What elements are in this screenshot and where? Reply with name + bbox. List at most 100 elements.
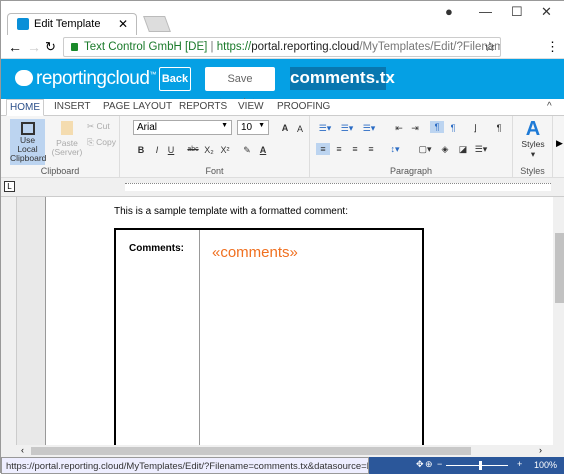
rtl-icon[interactable]: ¶ [446, 122, 460, 134]
font-group: Arial ▼ 10 ▼ A A B I U abc X₂ X² ✎ A Font [120, 116, 310, 178]
profile-icon[interactable]: ● [445, 4, 453, 19]
tab-reports[interactable]: REPORTS [179, 101, 227, 112]
lock-icon [71, 43, 78, 51]
shrink-font-icon[interactable]: A [293, 123, 307, 135]
tab-title: Edit Template [34, 18, 101, 30]
zoom-slider[interactable] [446, 465, 508, 466]
clipboard-group-label: Clipboard [40, 166, 80, 176]
menu-icon[interactable]: ⋮ [546, 39, 559, 55]
forward-arrow-icon[interactable]: → [27, 39, 41, 55]
bold-icon[interactable]: B [134, 144, 148, 156]
horizontal-scroll-thumb[interactable] [31, 447, 471, 455]
vertical-scroll-thumb[interactable] [555, 233, 564, 303]
comments-table[interactable]: Comments: «comments» [114, 228, 424, 458]
clipboard-group: Use Local Clipboard Paste (Server) ✂ Cut… [1, 116, 120, 178]
zoom-in-button[interactable]: + [517, 459, 522, 469]
frame-line-icon[interactable]: ☰▾ [474, 143, 488, 155]
document-page[interactable]: This is a sample template with a formatt… [45, 197, 553, 458]
url-host: portal.reporting.cloud [251, 41, 360, 53]
horizontal-ruler[interactable]: L [1, 178, 564, 197]
subscript-icon[interactable]: X₂ [202, 144, 216, 156]
justify-icon[interactable]: ≡ [364, 143, 378, 155]
decrease-indent-icon[interactable]: ⇤ [392, 122, 406, 134]
paste-label: Paste (Server) [51, 138, 83, 157]
tab-proofing[interactable]: PROOFING [277, 101, 330, 112]
ribbon-tabs: HOME INSERT PAGE LAYOUT REPORTS VIEW PRO… [1, 99, 564, 116]
superscript-icon[interactable]: X² [218, 144, 232, 156]
close-tab-icon[interactable]: ✕ [118, 17, 128, 31]
fit-width-icon[interactable]: ⊕ [425, 459, 433, 470]
back-arrow-icon[interactable]: ← [8, 39, 22, 55]
line-spacing-icon[interactable]: ↕▾ [388, 143, 402, 155]
font-group-label: Font [205, 166, 224, 176]
maximize-icon[interactable]: ☐ [511, 4, 523, 20]
font-family-select[interactable]: Arial ▼ [133, 120, 232, 135]
paste-button[interactable]: Paste (Server) [51, 119, 83, 165]
back-button[interactable]: Back [159, 67, 191, 91]
tab-stop-selector[interactable]: L [4, 181, 15, 192]
address-bar: ← → ↻ Text Control GmbH [DE] | https://p… [1, 35, 564, 59]
align-right-icon[interactable]: ≡ [348, 143, 362, 155]
align-left-icon[interactable]: ≡ [316, 143, 330, 155]
horizontal-scrollbar[interactable]: ‹ › [1, 445, 564, 457]
align-center-icon[interactable]: ≡ [332, 143, 346, 155]
save-template-button[interactable]: Save template [205, 67, 275, 109]
bookmark-star-icon[interactable]: ☆ [484, 39, 496, 55]
url-scheme: https:// [216, 41, 252, 53]
tab-home[interactable]: HOME [6, 99, 44, 116]
url-path: /MyTemplates/Edit/?Filename=comments.... [359, 41, 500, 53]
new-tab-button[interactable] [143, 16, 171, 32]
vertical-scrollbar[interactable] [553, 197, 564, 445]
scroll-right-icon[interactable]: › [539, 445, 542, 455]
styles-button[interactable]: A Styles ▾ [517, 119, 549, 160]
underline-icon[interactable]: U [164, 144, 178, 156]
site-identity: Text Control GmbH [DE] [84, 41, 208, 53]
shading-icon[interactable]: ◈ [438, 143, 452, 155]
use-local-label: Use Local Clipboard [10, 135, 47, 163]
font-size-select[interactable]: 10 ▼ [237, 120, 269, 135]
browser-tab[interactable]: Edit Template ✕ [7, 13, 137, 35]
zoom-slider-thumb[interactable] [479, 461, 482, 470]
numbering-icon[interactable]: ☰▾ [340, 122, 354, 134]
cut-label: Cut [96, 121, 110, 131]
logo-tm: ™ [149, 71, 156, 79]
copy-button[interactable]: ⎘ Copy [87, 137, 116, 148]
tab-page-layout[interactable]: PAGE LAYOUT [103, 101, 172, 112]
borders-icon[interactable]: ▢▾ [418, 143, 432, 155]
url-input[interactable]: Text Control GmbH [DE] | https://portal.… [63, 37, 501, 57]
paste-icon [61, 121, 73, 135]
minimize-icon[interactable]: — [479, 4, 492, 19]
styles-group: A Styles ▾ Styles [513, 116, 553, 178]
cut-button[interactable]: ✂ Cut [87, 121, 110, 132]
font-color-icon[interactable]: A [256, 144, 270, 156]
highlight-icon[interactable]: ✎ [240, 144, 254, 156]
document-area: This is a sample template with a formatt… [1, 197, 553, 458]
fit-page-icon[interactable]: ✥ [416, 459, 424, 470]
tab-view[interactable]: VIEW [238, 101, 264, 112]
strikethrough-icon[interactable]: abc [186, 144, 200, 156]
ribbon-scroll-right-icon[interactable]: ▶ [556, 138, 563, 149]
scroll-left-icon[interactable]: ‹ [21, 445, 24, 455]
show-formatting-icon[interactable]: ¶ [492, 122, 506, 134]
reload-icon[interactable]: ↻ [45, 39, 56, 55]
vertical-ruler [1, 197, 17, 445]
favicon-icon [17, 18, 29, 30]
bullets-icon[interactable]: ☰▾ [318, 122, 332, 134]
collapse-ribbon-icon[interactable]: ^ [547, 101, 552, 112]
monitor-icon [20, 122, 35, 135]
zoom-level: 100% [534, 460, 558, 470]
frame-color-icon[interactable]: ◪ [456, 143, 470, 155]
logo-text: reportingcloud [36, 68, 150, 89]
grow-font-icon[interactable]: A [278, 122, 292, 134]
italic-icon[interactable]: I [150, 144, 164, 156]
tab-mark-icon[interactable]: ⌋ [468, 122, 482, 134]
increase-indent-icon[interactable]: ⇥ [408, 122, 422, 134]
zoom-out-button[interactable]: − [437, 459, 442, 469]
filename-label: comments.tx [290, 67, 395, 90]
comments-merge-field[interactable]: «comments» [212, 244, 298, 261]
multilevel-list-icon[interactable]: ☰▾ [362, 122, 376, 134]
ltr-icon[interactable]: ¶ [430, 121, 444, 133]
close-window-icon[interactable]: ✕ [541, 4, 552, 20]
tab-insert[interactable]: INSERT [54, 101, 91, 112]
use-local-clipboard-button[interactable]: Use Local Clipboard [10, 119, 47, 165]
